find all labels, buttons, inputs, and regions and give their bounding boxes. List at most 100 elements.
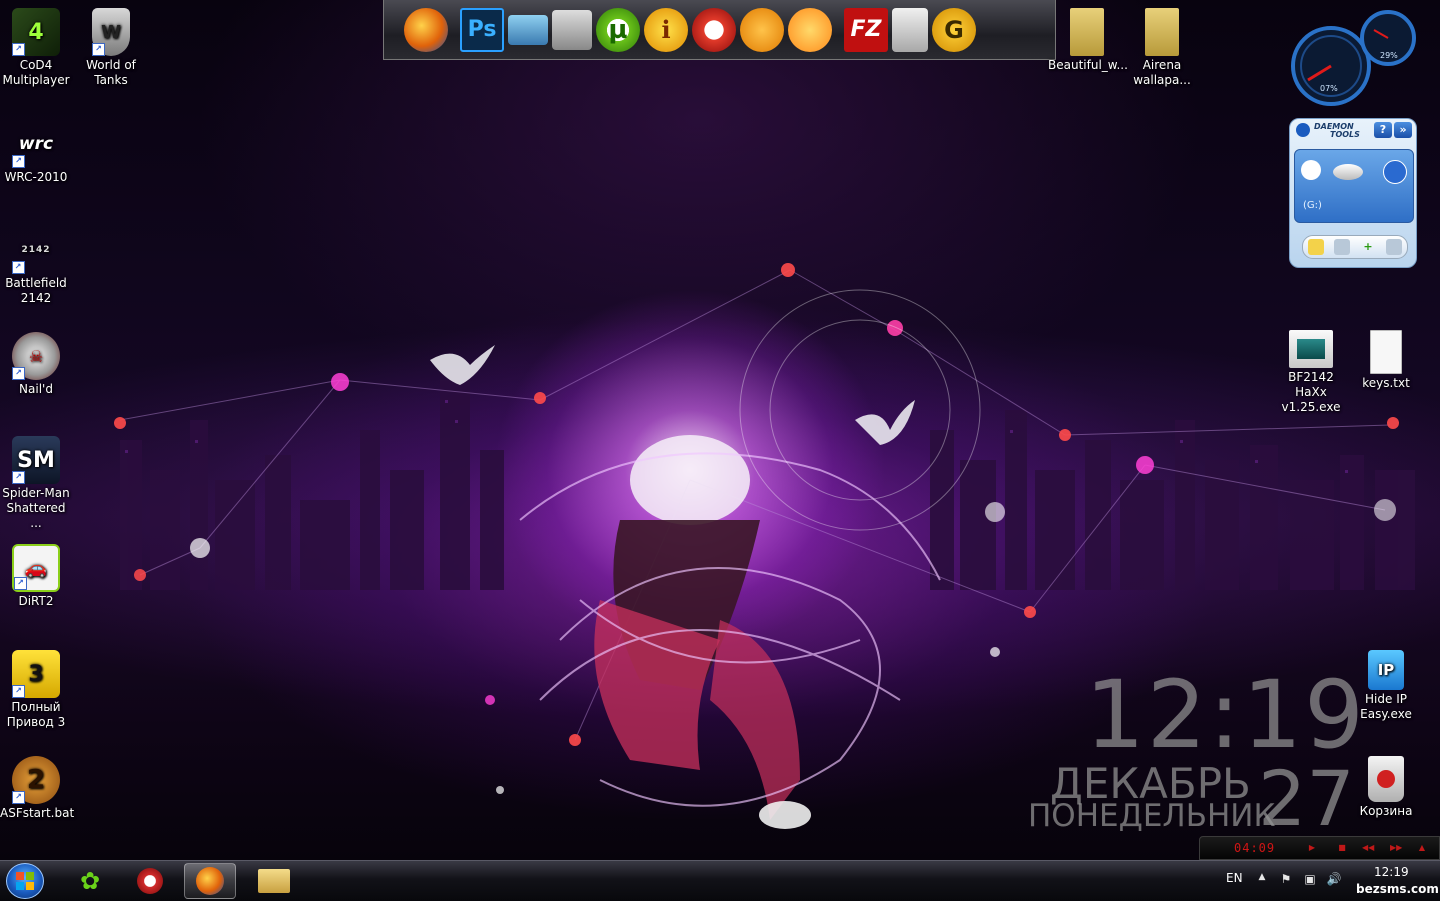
system-gauges-widget: 07% 29%: [1286, 8, 1416, 108]
mount-icon[interactable]: [1334, 239, 1350, 255]
desktop-icon-label: Корзина: [1359, 804, 1413, 818]
taskbar-explorer[interactable]: [248, 863, 300, 899]
daemon-title-line2: TOOLS: [1330, 130, 1360, 139]
info-icon[interactable]: i: [644, 7, 688, 52]
cpu-gauge-value: 07%: [1320, 84, 1338, 93]
explorer-icon: [258, 869, 290, 893]
rss-icon[interactable]: »: [1394, 122, 1412, 138]
desktop-icon-keys-txt[interactable]: keys.txt: [1348, 330, 1424, 391]
language-indicator[interactable]: EN: [1226, 871, 1243, 885]
volume-icon[interactable]: 🔊: [1326, 872, 1342, 886]
filezilla-icon[interactable]: FZ: [844, 7, 888, 52]
daemon-toolbar: +: [1302, 235, 1408, 259]
taskbar: ✿ EN ▲ ⚑ ▣ 🔊 12:19: [0, 860, 1440, 901]
add-icon[interactable]: +: [1360, 239, 1376, 255]
lock-icon[interactable]: [1308, 239, 1324, 255]
recycle-bin-icon: [1368, 756, 1404, 802]
photoshop-icon[interactable]: Ps: [460, 7, 504, 52]
play-icon[interactable]: [1301, 160, 1321, 180]
battlefield-icon: 2142 ↗: [12, 226, 60, 274]
desktop-icon-label: WRC-2010: [4, 170, 68, 184]
stop-icon[interactable]: ■: [1336, 843, 1348, 853]
taskbar-nero[interactable]: [124, 863, 176, 899]
desktop-icon-label: Nail'd: [19, 382, 53, 396]
app-dock: Ps µ i FZ G: [383, 0, 1056, 60]
start-button[interactable]: [6, 863, 44, 899]
settings-icon[interactable]: [1383, 160, 1407, 184]
desktop-icon-label: ASFstart.bat: [0, 806, 75, 820]
desktop-icon-naild[interactable]: ☠ ↗ Nail'd: [0, 332, 74, 397]
daemon-tools-gadget: DAEMON TOOLS ? » (G:) +: [1289, 118, 1417, 268]
taskbar-clock[interactable]: 12:19: [1374, 865, 1409, 879]
desktop-icon-wrc[interactable]: wrc ↗ WRC-2010: [0, 120, 74, 185]
desktop-icon-airena-wallpapers[interactable]: Airena wallapa...: [1124, 8, 1200, 88]
desktop-icon-label: Battlefield 2142: [5, 276, 67, 305]
taskbar-icq[interactable]: ✿: [64, 863, 116, 899]
player-time: 04:09: [1234, 841, 1276, 855]
folder-icon: [1070, 8, 1104, 56]
desktop-icon-bf2142-haxx[interactable]: BF2142 HaXx v1.25.exe: [1273, 330, 1349, 415]
firefox-icon[interactable]: [404, 7, 448, 52]
show-hidden-icons-icon[interactable]: ▲: [1254, 872, 1270, 882]
shortcut-arrow-icon: ↗: [12, 43, 25, 56]
shortcut-arrow-icon: ↗: [14, 577, 27, 590]
next-icon[interactable]: ▶▶: [1390, 843, 1402, 853]
play-pause-icon[interactable]: ▶: [1306, 843, 1318, 853]
watermark: bezsms.com: [1356, 882, 1439, 896]
desktop-icon-label: Spider-Man Shattered ...: [2, 486, 70, 530]
text-file-icon: [1370, 330, 1402, 374]
trash-icon[interactable]: [892, 7, 928, 52]
taskbar-firefox[interactable]: [184, 863, 236, 899]
virtual-drive-panel: (G:): [1294, 149, 1414, 223]
ccleaner-icon[interactable]: G: [932, 7, 976, 52]
utorrent-icon[interactable]: µ: [596, 7, 640, 52]
polny-privod-icon: 3 ↗: [12, 650, 60, 698]
daemon-logo-icon: [1296, 123, 1310, 137]
desktop-icon-label: keys.txt: [1362, 376, 1410, 390]
desktop-icon-label: BF2142 HaXx v1.25.exe: [1281, 370, 1341, 414]
action-center-flag-icon[interactable]: ⚑: [1278, 872, 1294, 886]
daemon-title: DAEMON TOOLS: [1314, 123, 1374, 139]
shortcut-arrow-icon: ↗: [92, 43, 105, 56]
icq-icon: ✿: [79, 867, 101, 895]
gom-player-icon[interactable]: [788, 7, 832, 52]
prev-icon[interactable]: ◀◀: [1362, 843, 1374, 853]
desktop-icon-world-of-tanks[interactable]: W ↗ World of Tanks: [73, 8, 149, 88]
desktop-icon-label: Airena wallapa...: [1133, 58, 1191, 87]
desktop-icon-battlefield[interactable]: 2142 ↗ Battlefield 2142: [0, 226, 74, 306]
help-button[interactable]: ?: [1374, 122, 1392, 138]
desktop-icon-polny-privod[interactable]: 3 ↗ Полный Привод 3: [0, 650, 74, 730]
exe-icon: [1289, 330, 1333, 368]
eject-icon[interactable]: ▲: [1416, 843, 1428, 853]
wrc-icon: wrc ↗: [12, 120, 60, 168]
network-icon[interactable]: ▣: [1302, 872, 1318, 886]
clock-widget-weekday: ПОНЕДЕЛЬНИК: [1028, 798, 1276, 834]
world-of-tanks-icon: W ↗: [92, 8, 130, 56]
desktop-icon-asfstart[interactable]: 2 ↗ ASFstart.bat: [0, 756, 74, 821]
shortcut-arrow-icon: ↗: [12, 261, 25, 274]
spiderman-icon: SM ↗: [12, 436, 60, 484]
monitor-icon[interactable]: [508, 14, 548, 45]
desktop-icon-cod4[interactable]: 4 ↗ CoD4 Multiplayer: [0, 8, 74, 88]
hide-ip-icon: IP: [1368, 650, 1404, 690]
shortcut-arrow-icon: ↗: [12, 685, 25, 698]
desktop-icon-spiderman[interactable]: SM ↗ Spider-Man Shattered ...: [0, 436, 74, 531]
naild-icon: ☠ ↗: [12, 332, 60, 380]
drive-list-icon[interactable]: [1386, 239, 1402, 255]
firefox-icon: [196, 867, 224, 895]
desktop-icon-beautiful-wallpapers[interactable]: Beautiful_w...: [1046, 8, 1128, 73]
desktop-icon-label: World of Tanks: [86, 58, 136, 87]
folder-icon: [1145, 8, 1179, 56]
aimp-icon[interactable]: [740, 7, 784, 52]
nero-icon: [137, 868, 163, 894]
shortcut-arrow-icon: ↗: [12, 791, 25, 804]
shortcut-arrow-icon: ↗: [12, 367, 25, 380]
windows-logo-icon: [16, 872, 34, 890]
desktop-icon-dirt2[interactable]: 🚗 ↗ DiRT2: [0, 544, 74, 609]
burn-icon[interactable]: [692, 7, 736, 52]
ram-gauge-value: 29%: [1380, 51, 1398, 60]
calculator-icon[interactable]: [552, 9, 592, 50]
desktop-icon-label: Beautiful_w...: [1048, 58, 1128, 72]
desktop-icon-label: Полный Привод 3: [6, 700, 66, 729]
desktop-icon-label: DiRT2: [18, 594, 54, 608]
